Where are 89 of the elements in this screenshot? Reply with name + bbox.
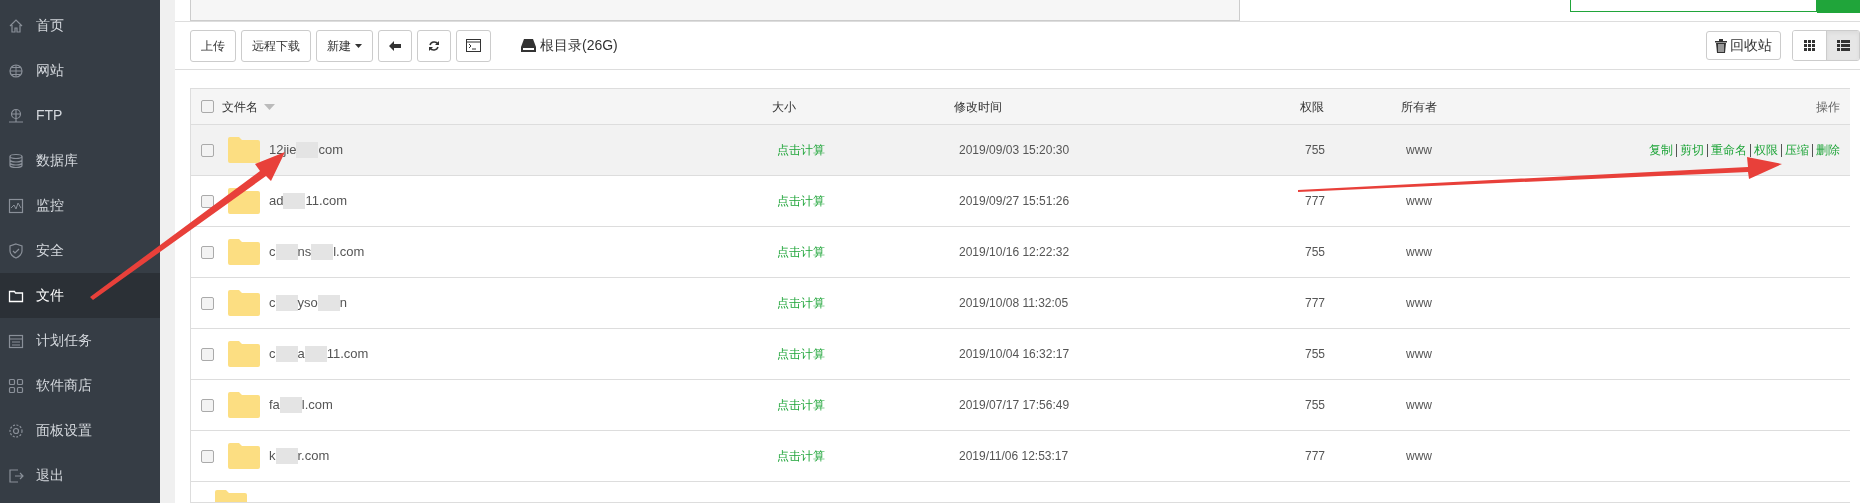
owner: www (1406, 245, 1432, 259)
new-dropdown-button[interactable]: 新建 (316, 29, 373, 62)
owner: www (1406, 347, 1432, 361)
sidebar-item[interactable]: FTP (0, 93, 160, 138)
sidebar-item[interactable]: 数据库 (0, 138, 160, 183)
path-bar[interactable] (190, 0, 1240, 21)
checkbox[interactable] (201, 398, 214, 412)
home-icon (8, 17, 24, 34)
sidebar-item[interactable]: 监控 (0, 183, 160, 228)
checkbox[interactable] (201, 449, 214, 463)
file-name[interactable]: fa l.com (269, 395, 333, 415)
checkbox[interactable] (201, 100, 214, 113)
modified-time: 2019/10/04 16:32:17 (959, 347, 1070, 361)
toolbar-button[interactable]: 上传 (190, 29, 236, 62)
refresh-button[interactable] (417, 29, 451, 62)
sidebar-item[interactable]: 计划任务 (0, 318, 160, 363)
modified-time: 2019/09/03 15:20:30 (959, 143, 1070, 157)
search-field[interactable] (1570, 0, 1817, 12)
sort-caret-icon (264, 103, 275, 110)
grid-icon (8, 377, 24, 394)
disk-label: 根目录(26G) (540, 36, 618, 55)
column-header: 所有者 (1401, 99, 1437, 114)
owner: www (1406, 449, 1432, 463)
file-name[interactable]: k r.com (269, 446, 330, 466)
globe-icon (8, 62, 24, 79)
terminal-button[interactable] (456, 29, 491, 62)
trash-icon (1715, 38, 1727, 53)
list-view-button[interactable] (1826, 31, 1859, 60)
permission: 755 (1305, 245, 1326, 259)
checkbox[interactable] (201, 347, 214, 361)
owner: www (1406, 143, 1432, 157)
checkbox[interactable] (201, 296, 214, 310)
network-icon (8, 107, 24, 124)
database-icon (8, 152, 24, 169)
recycle-bin-button[interactable]: 回收站 (1706, 31, 1781, 60)
file-name[interactable]: c ns l.com (269, 242, 365, 262)
checkbox[interactable] (201, 194, 214, 208)
owner: www (1406, 398, 1432, 412)
caret-icon (355, 43, 362, 48)
terminal-icon (466, 39, 481, 52)
sidebar-item[interactable]: 安全 (0, 228, 160, 273)
sidebar-item[interactable]: 退出 (0, 453, 160, 498)
folder-icon (228, 392, 260, 418)
grid-icon (1804, 40, 1815, 51)
column-header: 权限 (1300, 99, 1324, 114)
modified-time: 2019/10/16 12:22:32 (959, 245, 1070, 259)
modified-time: 2019/10/08 11:32:05 (959, 296, 1069, 310)
folder-icon (228, 290, 260, 316)
sidebar-item[interactable]: 网站 (0, 48, 160, 93)
folder-icon (228, 239, 260, 265)
column-header: 大小 (772, 99, 796, 114)
owner: www (1406, 194, 1432, 208)
file-name[interactable]: c yso n (269, 293, 347, 313)
permission: 777 (1305, 449, 1326, 463)
exit-icon (8, 467, 24, 484)
column-header[interactable]: 文件名 (222, 97, 258, 116)
column-header: 修改时间 (954, 99, 1002, 114)
table-row[interactable]: 12jie com 点击计算 2019/09/03 15:20:30 755 www 复制 剪切 重命名 权限 压缩 删除 (191, 125, 1850, 176)
modified-time: 2019/07/17 17:56:49 (959, 398, 1070, 412)
permission: 777 (1305, 194, 1326, 208)
permission: 777 (1305, 296, 1326, 310)
file-name[interactable]: ad 11.com (269, 191, 348, 211)
column-header: 操作 (1816, 98, 1840, 116)
toolbar-button[interactable]: 远程下载 (241, 29, 311, 62)
owner: www (1406, 296, 1432, 310)
permission: 755 (1305, 347, 1326, 361)
checkbox[interactable] (201, 245, 214, 259)
modified-time: 2019/09/27 15:51:26 (959, 194, 1070, 208)
permission: 755 (1305, 398, 1326, 412)
sidebar-item[interactable]: 文件 (0, 273, 160, 318)
shield-icon (8, 242, 24, 259)
file-name[interactable]: c a 11.com (269, 344, 369, 364)
sidebar-item[interactable]: 软件商店 (0, 363, 160, 408)
sidebar-item[interactable]: 面板设置 (0, 408, 160, 453)
settings-icon (8, 422, 24, 439)
checkbox[interactable] (201, 143, 214, 157)
permission: 755 (1305, 143, 1326, 157)
folder-icon (228, 137, 260, 163)
sidebar-item[interactable]: 首页 (0, 3, 160, 48)
chart-icon (8, 197, 24, 214)
file-name[interactable]: 12jie com (269, 140, 344, 160)
modified-time: 2019/11/06 12:53:17 (959, 449, 1069, 463)
back-button[interactable] (378, 29, 412, 62)
calendar-icon (8, 332, 24, 349)
arrow-left-icon (389, 40, 401, 51)
folder-icon (228, 443, 260, 469)
list-icon (1836, 40, 1850, 51)
refresh-icon (428, 39, 440, 52)
folder-icon (228, 341, 260, 367)
